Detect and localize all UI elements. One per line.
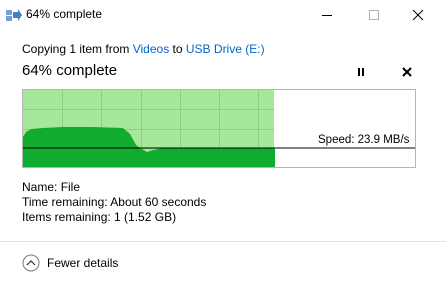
cancel-button[interactable] xyxy=(398,64,416,80)
details-panel: Name: File Time remaining: About 60 seco… xyxy=(22,180,206,225)
transfer-graph-svg xyxy=(23,90,415,167)
footer-divider xyxy=(0,241,446,242)
fewer-details-label: Fewer details xyxy=(47,256,119,270)
time-remaining-row: Time remaining: About 60 seconds xyxy=(22,195,206,210)
destination-link[interactable]: USB Drive (E:) xyxy=(186,42,265,56)
title-bar: 64% complete xyxy=(0,0,446,30)
minimize-button[interactable] xyxy=(305,0,349,30)
time-remaining-value: About 60 seconds xyxy=(110,195,207,209)
maximize-button[interactable] xyxy=(352,0,396,30)
time-remaining-label: Time remaining: xyxy=(22,195,108,209)
progress-heading: 64% complete xyxy=(22,62,118,79)
speed-label: Speed: 23.9 MB/s xyxy=(318,134,410,146)
items-remaining-label: Items remaining: xyxy=(22,210,111,224)
close-button[interactable] xyxy=(396,0,440,30)
copy-prefix: Copying 1 item from xyxy=(22,42,133,56)
chevron-up-icon xyxy=(22,254,40,272)
fewer-details-toggle[interactable]: Fewer details xyxy=(22,254,118,272)
source-link[interactable]: Videos xyxy=(133,42,169,56)
name-label: Name: xyxy=(22,180,58,194)
pause-button[interactable] xyxy=(352,64,370,80)
items-remaining-value: 1 (1.52 GB) xyxy=(114,210,177,224)
transfer-graph xyxy=(22,89,416,168)
maximize-icon xyxy=(369,10,379,20)
pause-icon xyxy=(358,68,364,76)
minimize-icon xyxy=(322,15,332,16)
copy-middle: to xyxy=(169,42,186,56)
copy-dialog: 64% complete Copying 1 item from Videos … xyxy=(0,0,446,283)
window-title: 64% complete xyxy=(26,7,103,21)
cancel-icon xyxy=(402,67,412,77)
name-value: File xyxy=(60,180,81,194)
name-row: Name: File xyxy=(22,180,206,195)
items-remaining-row: Items remaining: 1 (1.52 GB) xyxy=(22,210,206,225)
close-icon xyxy=(412,9,424,21)
copy-arrows-icon xyxy=(6,9,22,21)
copy-description: Copying 1 item from Videos to USB Drive … xyxy=(22,42,265,56)
